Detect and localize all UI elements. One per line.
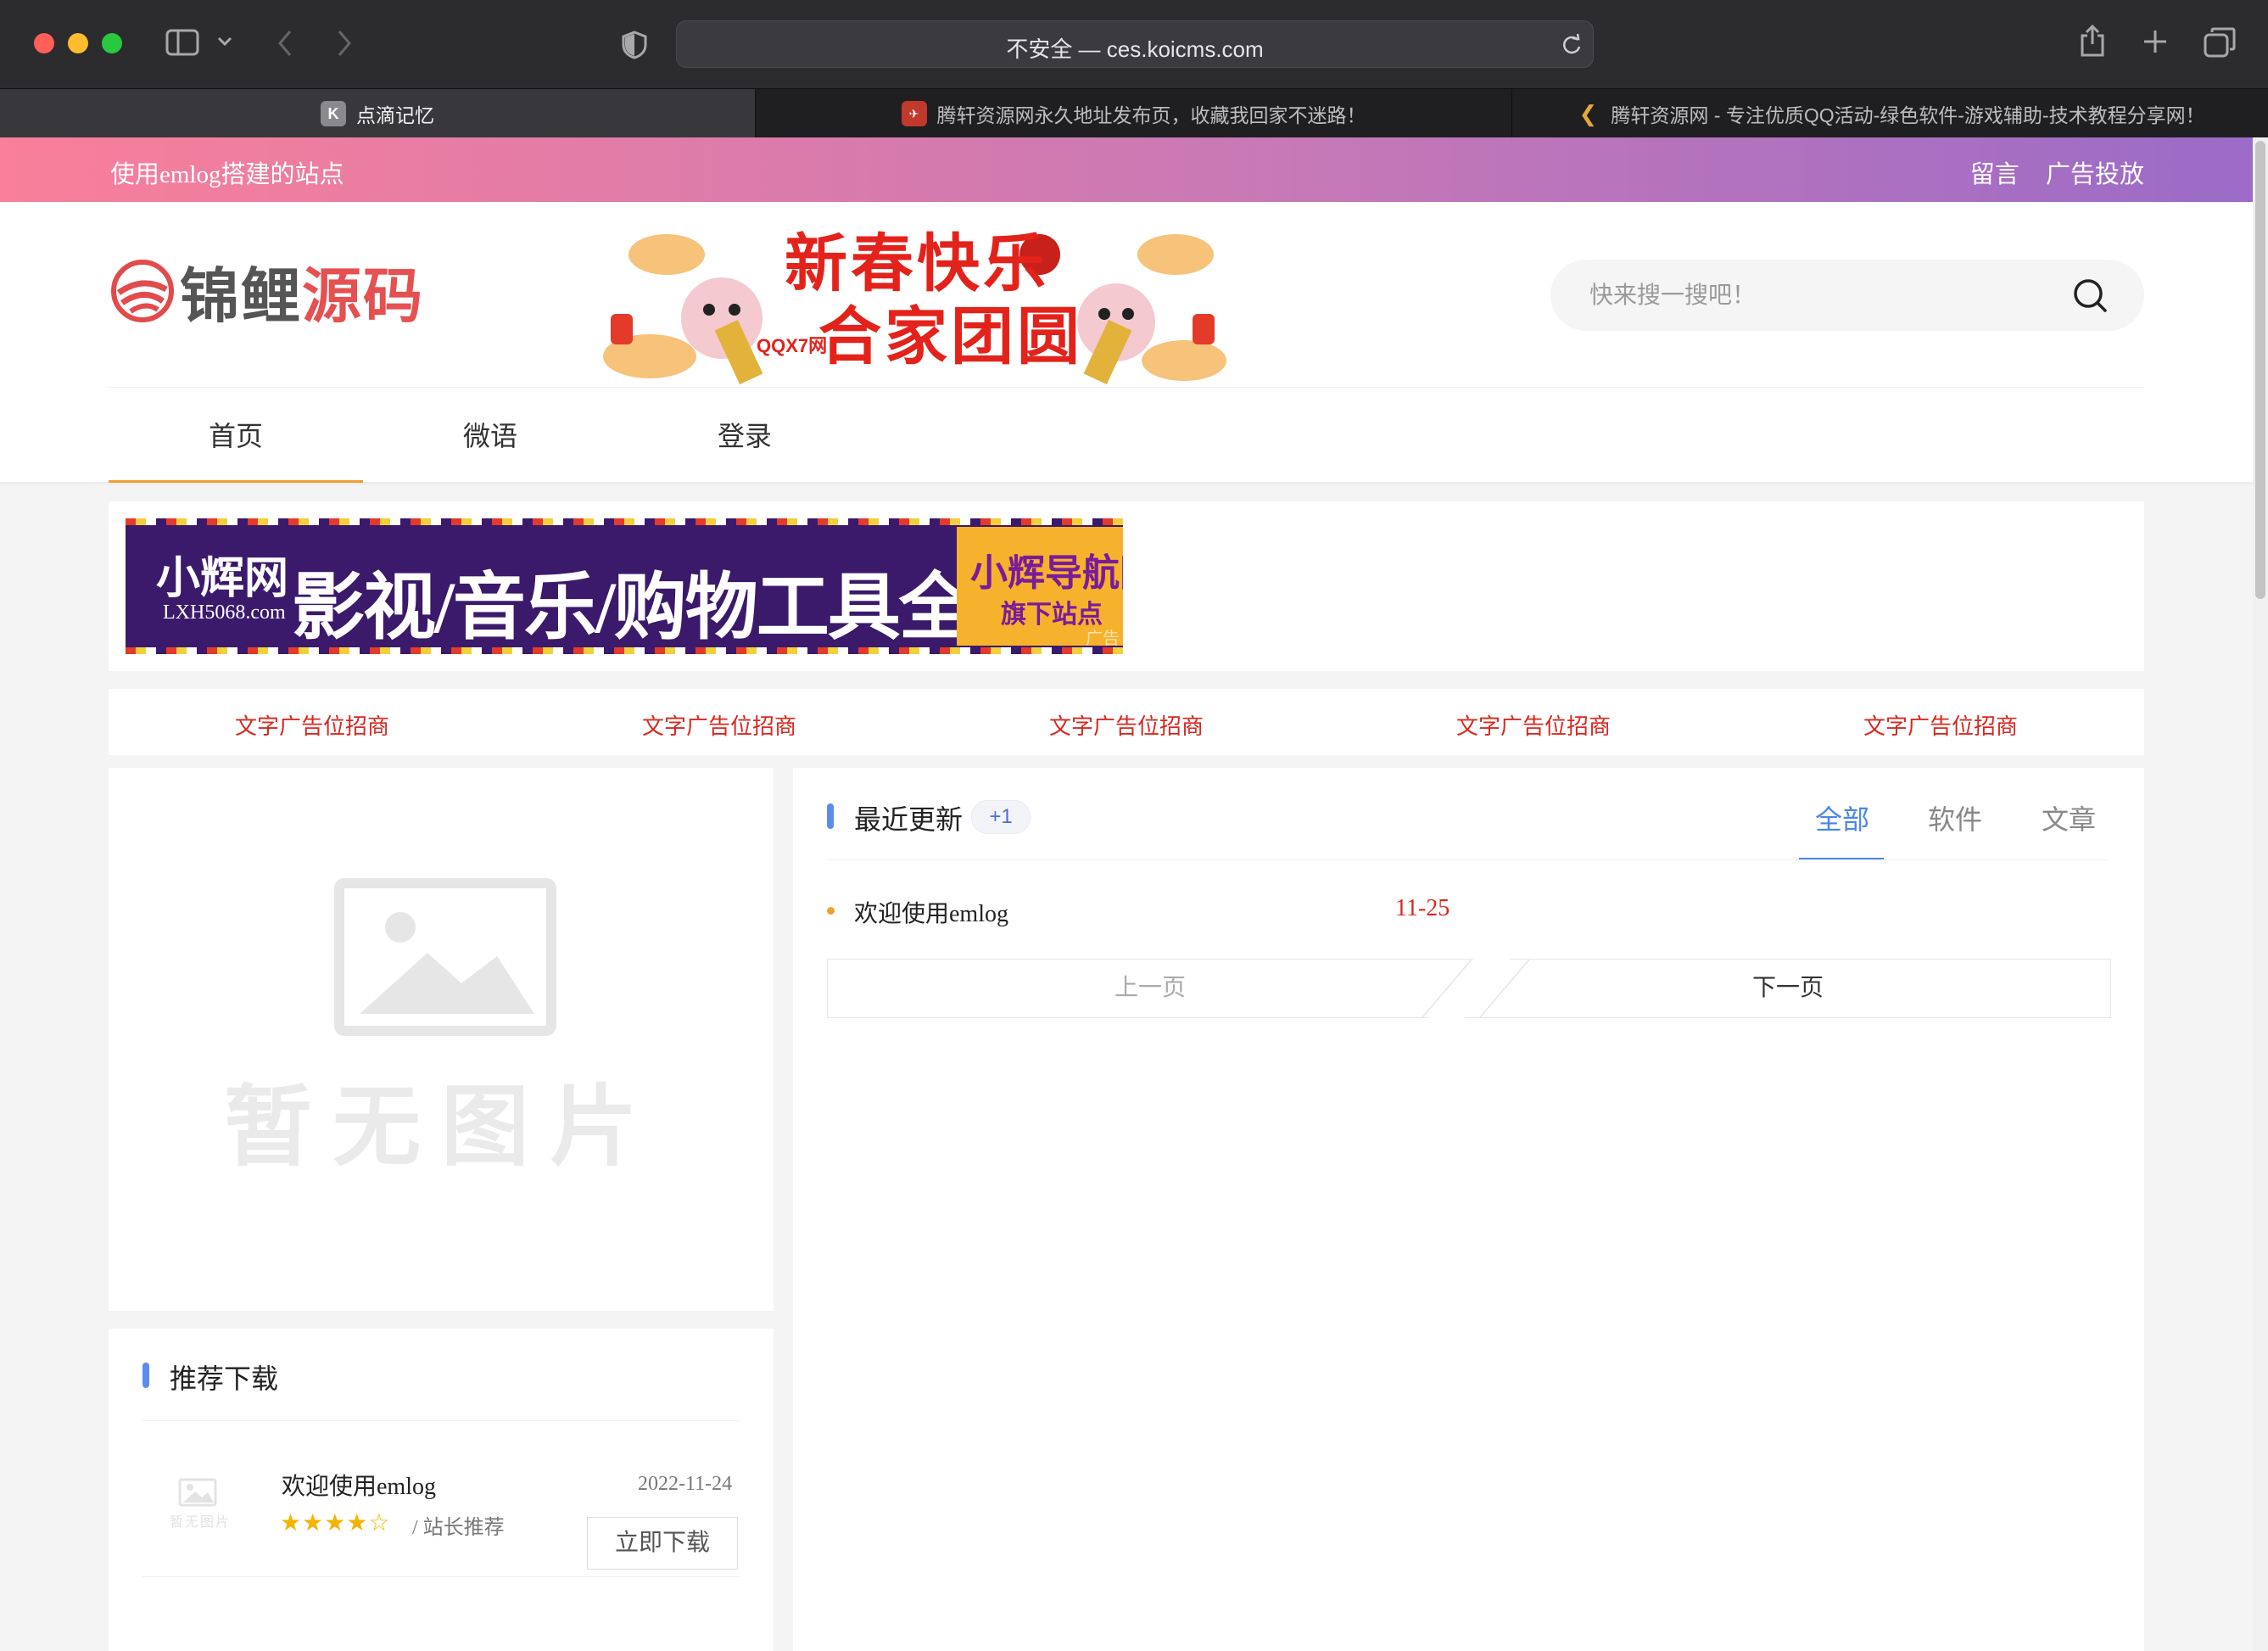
bullet-dot (827, 907, 835, 915)
tab-software[interactable]: 软件 (1928, 798, 1982, 837)
tab-bar: K 点滴记忆 ✈ 腾轩资源网永久地址发布页，收藏我回家不迷路！ ❮ 腾轩资源网 … (0, 88, 2268, 138)
tab-label: 腾轩资源网 - 专注优质QQ活动-绿色软件-游戏辅助-技术教程分享网！ (1611, 104, 2205, 126)
guestbook-link[interactable]: 留言 (1970, 161, 2019, 188)
tab-articles[interactable]: 文章 (2042, 798, 2096, 837)
download-title[interactable]: 欢迎使用emlog (282, 1468, 436, 1502)
recent-updates-card: 最近更新 +1 全部 软件 文章 欢迎使用emlog 11-25 上一页 下一页 (793, 768, 2144, 1651)
tab-all[interactable]: 全部 (1815, 798, 1869, 837)
close-window-button[interactable] (34, 33, 54, 53)
featured-image-card[interactable]: 暂无图片 (109, 768, 774, 1311)
item-divider (142, 1576, 740, 1577)
download-tag: / 站长推荐 (412, 1517, 505, 1539)
tab-label: 点滴记忆 (356, 104, 434, 126)
zoom-window-button[interactable] (102, 33, 122, 53)
text-ad-1[interactable]: 文字广告位招商 (109, 709, 516, 741)
back-icon[interactable] (277, 29, 293, 58)
recent-updates-title: 最近更新 (854, 804, 964, 835)
advertise-link[interactable]: 广告投放 (2046, 161, 2144, 188)
site-logo[interactable]: 锦鲤 源码 (110, 253, 433, 330)
banner-badge: QQX7网 (757, 335, 828, 356)
koi-logo-icon (111, 260, 174, 322)
ad-border-top (126, 518, 1123, 525)
tab-favicon: K (321, 101, 346, 126)
nav-microblog[interactable]: 微语 (363, 406, 617, 480)
header-divider (109, 387, 2144, 388)
tab-2[interactable]: ✈ 腾轩资源网永久地址发布页，收藏我回家不迷路！ (756, 89, 1512, 138)
site-topbar: 使用emlog搭建的站点 留言 广告投放 (0, 137, 2253, 202)
site-slogan: 使用emlog搭建的站点 (110, 161, 344, 188)
search-input[interactable] (1588, 278, 2066, 314)
next-page-button[interactable]: 下一页 (1465, 959, 2111, 1018)
section-marker (827, 803, 834, 829)
logo-text-accent: 源码 (302, 264, 424, 330)
browser-titlebar: 不安全 — ces.koicms.com (0, 0, 2268, 88)
banner-line-2: 合家团圆 (818, 303, 1083, 372)
site-header: 锦鲤 源码 新春快乐 合家团圆 QQX7网 快来搜一搜吧！ 首页 微语 登录 (0, 202, 2253, 483)
minimize-window-button[interactable] (68, 33, 88, 53)
tab-favicon-icon: ✈ (901, 101, 927, 126)
privacy-shield-icon[interactable] (622, 31, 647, 59)
thumbnail-text: 暂无图片 (169, 1515, 231, 1530)
text-ad-3[interactable]: 文字广告位招商 (923, 709, 1330, 741)
tab-1[interactable]: K 点滴记忆 (0, 89, 756, 138)
search-icon[interactable] (2071, 277, 2109, 314)
section-divider (827, 859, 2108, 860)
forward-icon[interactable] (336, 29, 353, 58)
logo-text-main: 锦鲤 (180, 264, 302, 330)
banner-ad-container: 小辉网 LXH5068.com 影视/音乐/购物工具全免费使用 小辉导航网 旗下… (109, 501, 2144, 671)
image-placeholder-icon (334, 878, 556, 1036)
text-ad-5[interactable]: 文字广告位招商 (1737, 709, 2144, 741)
text-ad-4[interactable]: 文字广告位招商 (1330, 709, 1737, 741)
ad-domain: LXH5068.com (163, 602, 286, 624)
ad-brand: 小辉网 (156, 555, 289, 603)
share-icon[interactable] (2080, 24, 2105, 58)
nav-login[interactable]: 登录 (617, 406, 872, 480)
sidebar-toggle-icon[interactable] (165, 29, 199, 56)
section-divider (142, 1420, 740, 1421)
tab-3[interactable]: ❮ 腾轩资源网 - 专注优质QQ活动-绿色软件-游戏辅助-技术教程分享网！ (1512, 89, 2268, 138)
search-box (1550, 260, 2144, 331)
thumbnail-placeholder-icon (178, 1478, 217, 1507)
chevron-down-icon[interactable] (217, 36, 232, 48)
ad-right-line-1: 小辉导航网 (970, 552, 1123, 594)
ad-corner-label: 广告 (1086, 630, 1120, 648)
address-bar[interactable]: 不安全 — ces.koicms.com (676, 20, 1594, 68)
section-marker (142, 1363, 149, 1388)
tab-overview-icon[interactable] (2204, 27, 2236, 58)
new-year-banner: 新春快乐 合家团圆 QQX7网 (599, 221, 1226, 390)
banner-line-1: 新春快乐 (785, 230, 1049, 299)
recommended-title: 推荐下载 (170, 1363, 279, 1394)
update-date: 11-25 (1395, 895, 1450, 921)
update-count-badge: +1 (971, 800, 1031, 834)
download-date: 2022-11-24 (638, 1473, 733, 1495)
reload-icon[interactable] (1561, 33, 1583, 55)
download-button[interactable]: 立即下载 (587, 1517, 738, 1570)
update-title[interactable]: 欢迎使用emlog (854, 895, 1008, 929)
scrollbar-thumb[interactable] (2255, 141, 2265, 599)
tab-favicon-icon: ❮ (1578, 100, 1598, 126)
topbar-links: 留言 广告投放 (1950, 154, 2144, 190)
address-text: 不安全 — ces.koicms.com (1006, 36, 1264, 62)
no-image-text: 暂无图片 (223, 1079, 658, 1177)
nav-home[interactable]: 首页 (109, 406, 363, 483)
new-tab-icon[interactable] (2142, 29, 2168, 54)
tab-label: 腾轩资源网永久地址发布页，收藏我回家不迷路！ (936, 104, 1366, 126)
text-ad-2[interactable]: 文字广告位招商 (516, 709, 923, 741)
text-ad-row: 文字广告位招商 文字广告位招商 文字广告位招商 文字广告位招商 文字广告位招商 (109, 689, 2144, 755)
star-rating-icon: ★★★★☆ (280, 1509, 391, 1536)
prev-page-button[interactable]: 上一页 (827, 959, 1473, 1018)
recommended-downloads: 推荐下载 暂无图片 欢迎使用emlog 2022-11-24 ★★★★☆ / 站… (109, 1329, 774, 1651)
banner-ad[interactable]: 小辉网 LXH5068.com 影视/音乐/购物工具全免费使用 小辉导航网 旗下… (126, 518, 1123, 654)
